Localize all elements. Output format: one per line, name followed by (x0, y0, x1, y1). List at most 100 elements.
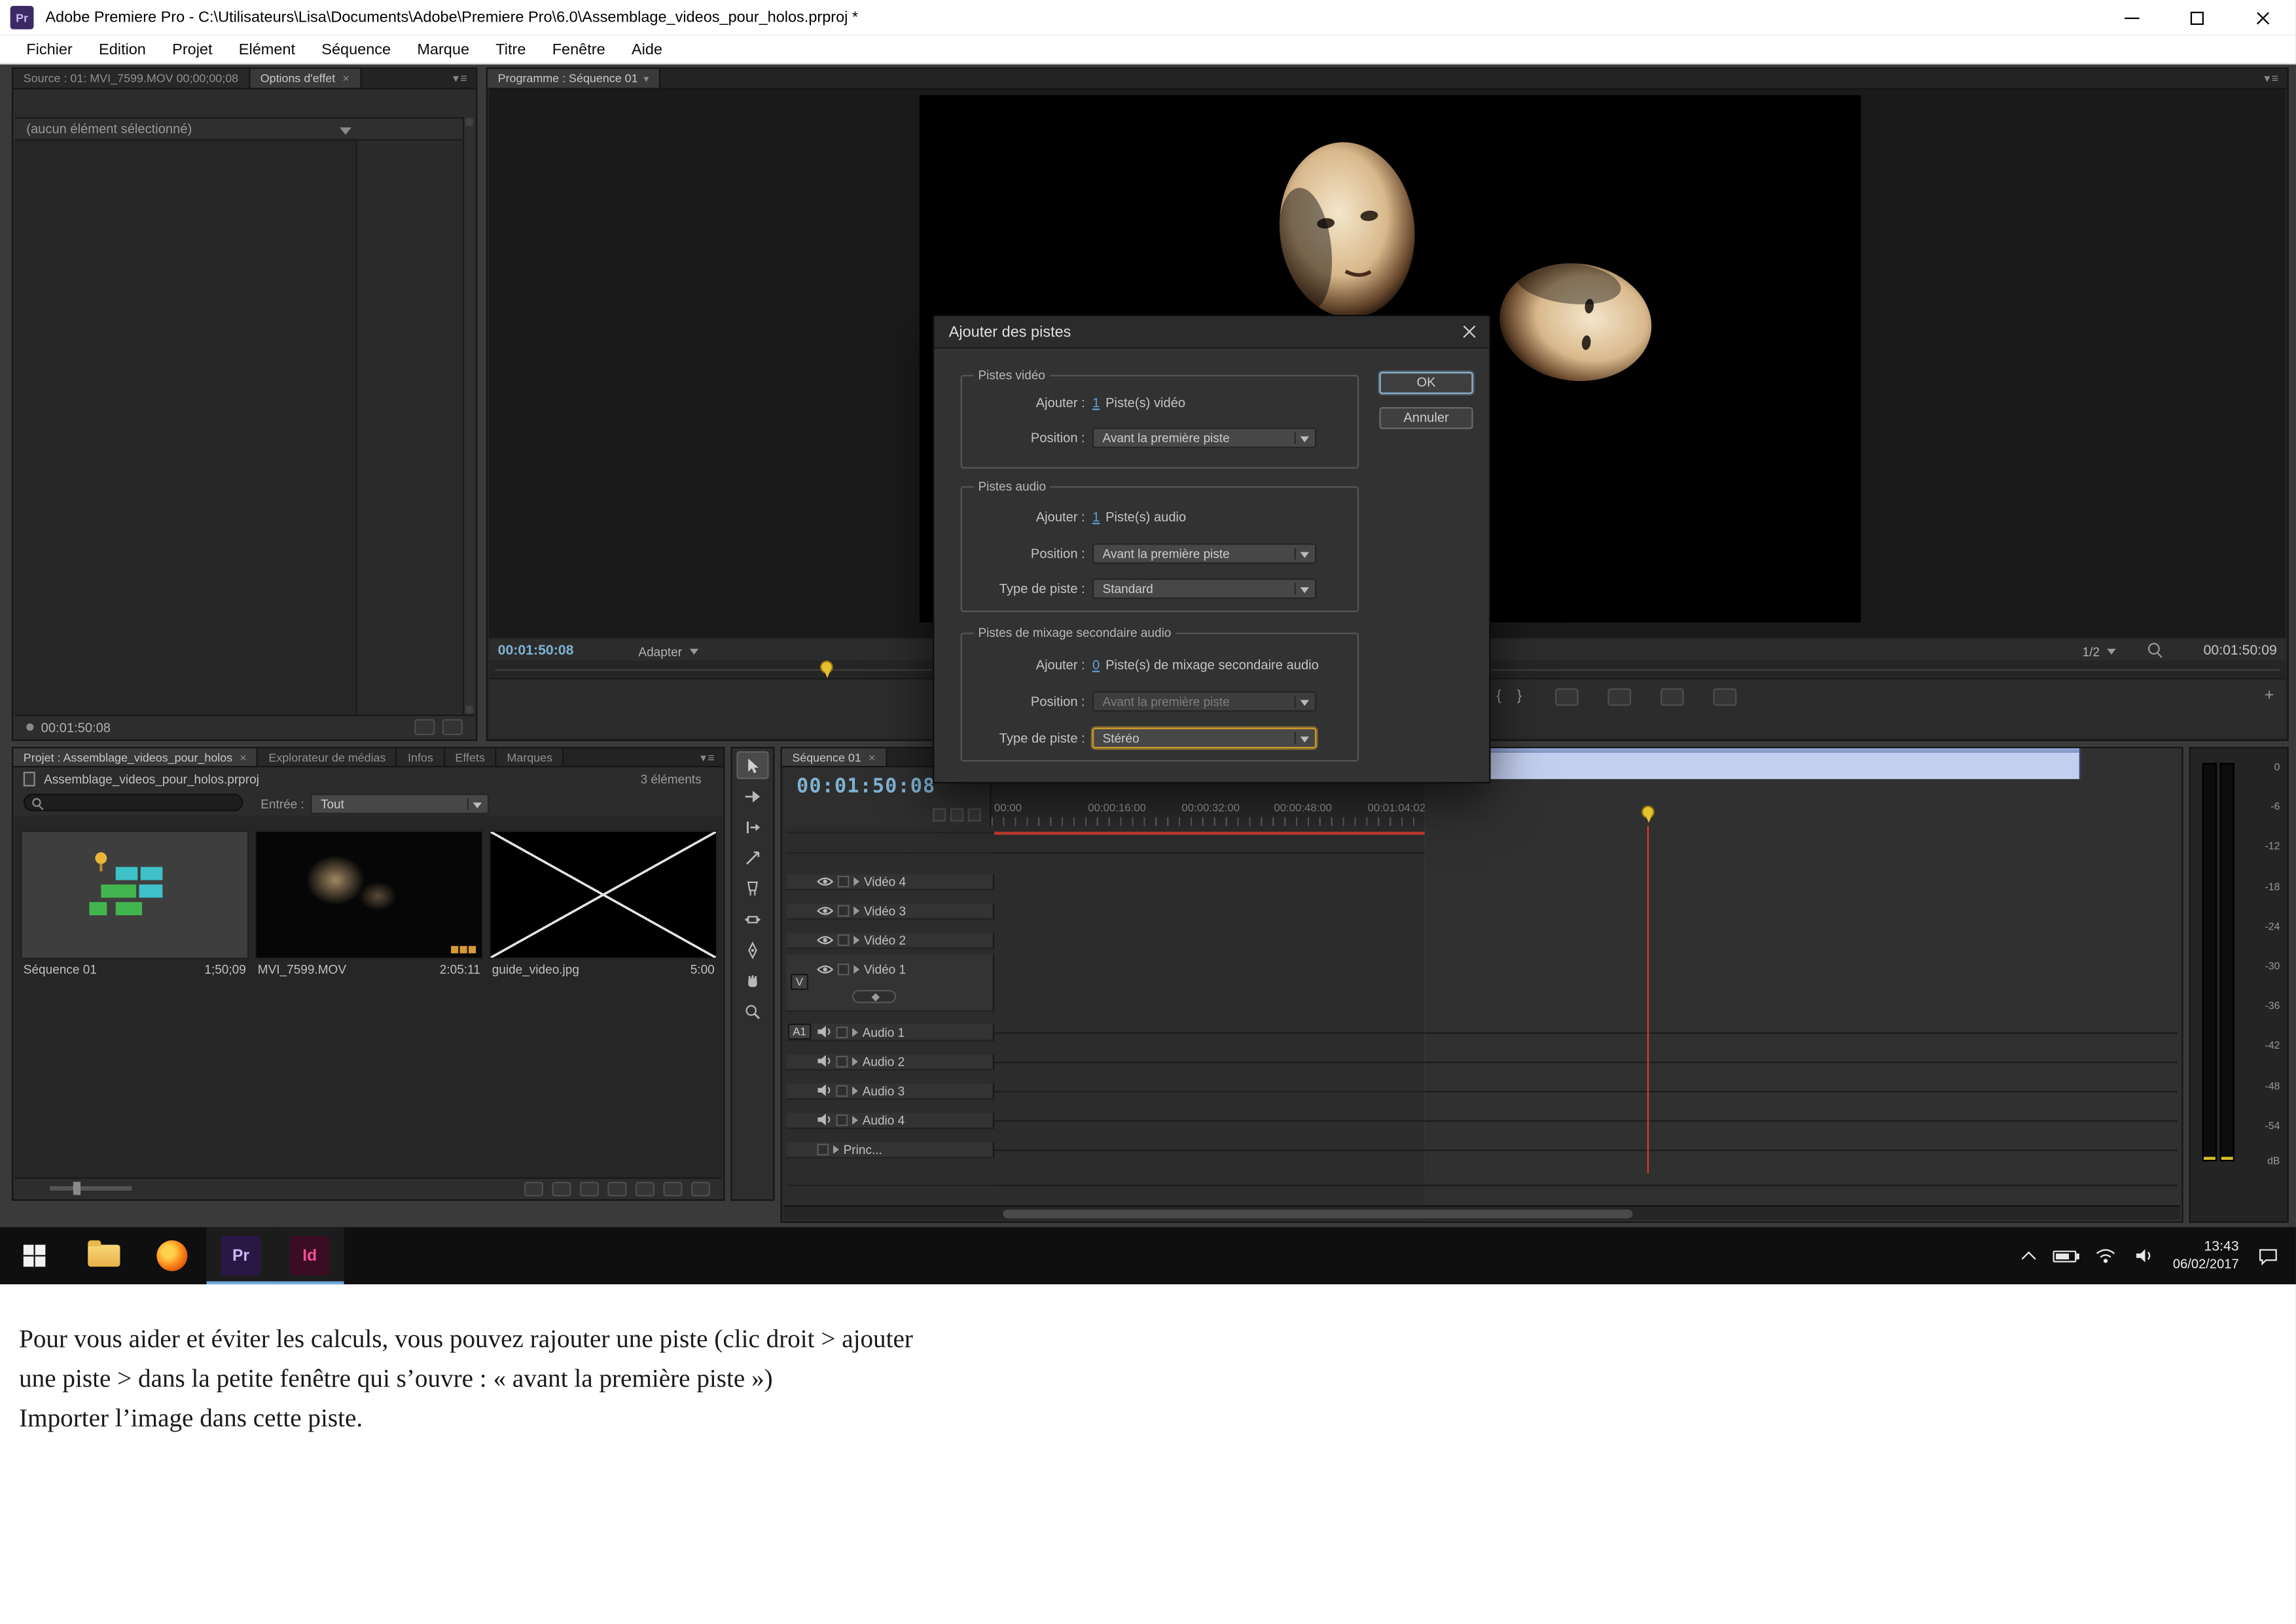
scrollbar-thumb[interactable] (1003, 1210, 1632, 1218)
delete-icon[interactable] (691, 1181, 710, 1195)
toggle-track-output-icon[interactable] (817, 875, 833, 887)
menu-element[interactable]: Elément (226, 41, 308, 58)
search-input[interactable] (24, 794, 243, 812)
find-icon[interactable] (607, 1181, 626, 1195)
collapse-track-icon[interactable] (853, 876, 859, 885)
project-item-video[interactable]: MVI_7599.MOV 2:05:11 (255, 830, 483, 978)
sync-lock-icon[interactable] (838, 904, 850, 916)
collapse-track-icon[interactable] (852, 1086, 858, 1094)
toggle-track-output-icon[interactable] (817, 963, 833, 975)
dialog-close-icon[interactable] (1462, 323, 1478, 340)
collapse-track-icon[interactable] (852, 1115, 858, 1124)
list-view-icon[interactable] (524, 1181, 543, 1195)
video-add-count[interactable]: 1 (1092, 395, 1100, 409)
tray-expand-icon[interactable] (2021, 1251, 2036, 1265)
item-name[interactable]: Séquence 01 (24, 962, 205, 976)
tab-info[interactable]: Infos (397, 748, 444, 766)
set-encore-marker-icon[interactable] (950, 808, 963, 821)
extract-icon[interactable] (1607, 688, 1631, 706)
program-current-timecode[interactable]: 00:01:50:08 (498, 643, 574, 659)
collapse-track-icon[interactable] (852, 1056, 858, 1065)
indesign-taskbar-button[interactable]: Id (276, 1227, 344, 1284)
sync-lock-icon[interactable] (836, 1055, 848, 1067)
premiere-taskbar-button[interactable]: Pr (206, 1227, 275, 1284)
collapse-track-icon[interactable] (853, 906, 859, 914)
project-item-image[interactable]: guide_video.jpg 5:00 (489, 830, 717, 978)
tab-close-icon[interactable] (861, 751, 876, 764)
tab-close-icon[interactable] (335, 72, 350, 85)
play-around-icon[interactable] (414, 719, 435, 735)
close-button[interactable] (2230, 0, 2296, 35)
tab-media-browser[interactable]: Explorateur de médias (259, 748, 398, 766)
taskbar-clock[interactable]: 13:43 06/02/2017 (2173, 1239, 2239, 1273)
menu-projet[interactable]: Projet (159, 41, 226, 58)
sync-lock-icon[interactable] (838, 875, 850, 887)
item-name[interactable]: MVI_7599.MOV (258, 962, 440, 976)
tool-track-select[interactable] (736, 782, 768, 810)
new-item-icon[interactable] (663, 1181, 682, 1195)
source-patch-audio[interactable]: A1 (789, 1024, 811, 1040)
sync-lock-icon[interactable] (836, 1113, 848, 1125)
menu-aide[interactable]: Aide (619, 41, 675, 58)
button-editor-icon[interactable] (2265, 687, 2274, 704)
file-explorer-button[interactable] (69, 1227, 137, 1284)
tool-hand[interactable] (736, 967, 768, 995)
wifi-icon[interactable] (2095, 1248, 2115, 1264)
video-position-dropdown[interactable]: Avant la première piste (1092, 427, 1316, 447)
project-item-sequence[interactable]: Séquence 01 1;50;09 (20, 830, 249, 978)
menu-fichier[interactable]: Fichier (13, 41, 86, 58)
menu-marque[interactable]: Marque (404, 41, 482, 58)
dialog-titlebar[interactable]: Ajouter des pistes (934, 316, 1489, 348)
action-center-icon[interactable] (2258, 1247, 2278, 1265)
tool-zoom[interactable] (736, 998, 768, 1026)
clip-video-1[interactable]: MVI_7599.MOV Opacité:Opacité (1425, 747, 2081, 779)
tab-project[interactable]: Projet : Assemblage_videos_pour_holos (13, 748, 259, 766)
battery-icon[interactable] (2053, 1250, 2076, 1261)
track-label[interactable]: Vidéo 4 (864, 873, 906, 888)
magnifier-icon[interactable] (2148, 643, 2160, 655)
tab-effects[interactable]: Effets (445, 748, 497, 766)
tab-close-icon[interactable] (232, 751, 247, 764)
tab-sequence-01[interactable]: Séquence 01 (782, 748, 888, 766)
firefox-button[interactable] (137, 1227, 206, 1284)
panel-menu-icon[interactable] (446, 69, 476, 88)
source-patch-video[interactable]: V (791, 974, 808, 990)
audio-type-dropdown[interactable]: Standard (1092, 578, 1316, 598)
track-label[interactable]: Audio 2 (863, 1054, 905, 1068)
collapse-track-icon[interactable] (853, 964, 859, 973)
tool-rate-stretch[interactable] (736, 844, 768, 872)
sync-lock-icon[interactable] (838, 963, 850, 975)
tab-program-monitor[interactable]: Programme : Séquence 01 (488, 69, 660, 88)
playhead-line[interactable] (1647, 826, 1649, 1173)
collapse-track-icon[interactable] (833, 1144, 839, 1153)
panel-menu-icon[interactable] (693, 748, 723, 766)
sync-lock-icon[interactable] (836, 1026, 848, 1038)
speaker-icon[interactable] (817, 1055, 831, 1068)
ok-button[interactable]: OK (1379, 372, 1473, 394)
audio-add-count[interactable]: 1 (1092, 509, 1100, 523)
playhead-pin[interactable] (1641, 805, 1655, 823)
icon-view-icon[interactable] (552, 1181, 571, 1195)
tool-slip[interactable] (736, 905, 768, 933)
tab-source-monitor[interactable]: Source : 01: MVI_7599.MOV 00;00;00;08 (13, 69, 250, 88)
maximize-button[interactable] (2164, 0, 2231, 35)
track-label[interactable]: Audio 4 (863, 1112, 905, 1127)
cancel-button[interactable]: Annuler (1379, 407, 1473, 429)
sync-lock-icon[interactable] (836, 1085, 848, 1096)
timeline-horizontal-scrollbar[interactable] (783, 1205, 2180, 1219)
track-label[interactable]: Vidéo 1 (864, 962, 906, 976)
tab-effect-controls[interactable]: Options d'effet (250, 69, 361, 88)
filter-dropdown[interactable]: Tout (310, 794, 489, 814)
sync-lock-icon[interactable] (838, 933, 850, 945)
speaker-icon[interactable] (817, 1113, 831, 1126)
tool-ripple-edit[interactable] (736, 813, 768, 841)
mark-in-icon[interactable]: { (1496, 688, 1501, 704)
keyframe-navigator[interactable] (852, 990, 896, 1003)
menu-fenetre[interactable]: Fenêtre (539, 41, 619, 58)
export-frame-icon[interactable] (1660, 688, 1684, 706)
speaker-icon[interactable] (2135, 1248, 2154, 1264)
collapse-track-icon[interactable] (852, 1027, 858, 1036)
submix-type-dropdown[interactable]: Stéréo (1092, 727, 1316, 748)
track-label[interactable]: Vidéo 2 (864, 932, 906, 947)
automate-to-sequence-icon[interactable] (580, 1181, 599, 1195)
